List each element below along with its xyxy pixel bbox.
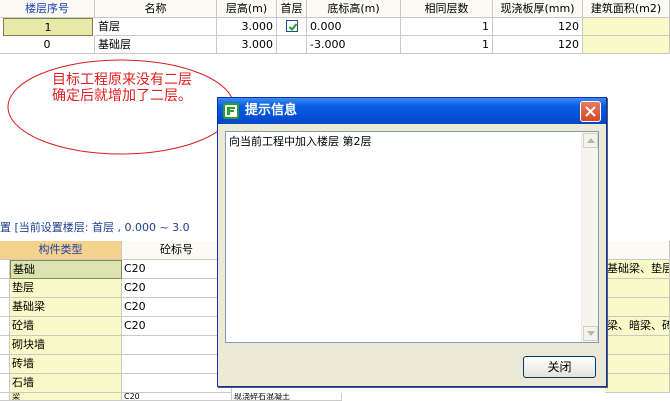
cell-first-floor[interactable] <box>277 18 307 36</box>
cell-component-type[interactable]: 梁 <box>10 393 122 401</box>
cell-component-type[interactable]: 石墙 <box>10 374 122 393</box>
cell-extra[interactable] <box>605 336 670 355</box>
current-floor-status: 置 [当前设置楼层: 首层 , 0.000 ~ 3.0 <box>0 221 190 234</box>
cell-area[interactable] <box>583 36 670 54</box>
col-concrete-grade[interactable]: 砼标号 <box>122 241 232 260</box>
cell-name[interactable]: 首层 <box>95 18 217 36</box>
annotation-text: 目标工程原来没有二层确定后就增加了二层。 <box>52 72 192 104</box>
cell-component-type[interactable]: 基础梁 <box>10 298 122 317</box>
cell-component-type[interactable]: 砼墙 <box>10 317 122 336</box>
cell-extra[interactable] <box>605 298 670 317</box>
cell-slab[interactable]: 120 <box>493 36 583 54</box>
cell-name[interactable]: 基础层 <box>95 36 217 54</box>
col-floor-area[interactable]: 建筑面积(m2) <box>583 0 670 18</box>
cell-concrete-grade[interactable]: C20 <box>122 393 232 401</box>
arrow-down-icon[interactable] <box>583 326 598 341</box>
cell-component-type[interactable]: 垫层 <box>10 279 122 298</box>
col-same-count[interactable]: 相同层数 <box>401 0 493 18</box>
vertical-scrollbar[interactable] <box>581 132 598 342</box>
col-slab-thickness[interactable]: 现浇板厚(mm) <box>493 0 583 18</box>
cell-concrete-grade[interactable] <box>122 374 232 393</box>
col-height[interactable]: 层高(m) <box>217 0 277 18</box>
dialog-title: 提示信息 <box>245 103 298 118</box>
info-dialog: 提示信息 向当前工程中加入楼层 第2层 关闭 <box>217 97 607 387</box>
cell-elevation[interactable]: -3.000 <box>307 36 401 54</box>
cell-elevation[interactable]: 0.000 <box>307 18 401 36</box>
cell-floor-index[interactable]: 1 <box>3 18 93 36</box>
cell-concrete-desc[interactable]: 现浇碎石混凝土 <box>232 393 342 401</box>
cell-slab[interactable]: 120 <box>493 18 583 36</box>
arrow-up-icon[interactable] <box>583 133 598 148</box>
check-icon[interactable] <box>285 20 298 32</box>
col-first-floor[interactable]: 首层 <box>277 0 307 18</box>
cell-concrete-grade[interactable]: C20 <box>122 298 232 317</box>
floor-table-header: 楼层序号 名称 层高(m) 首层 底标高(m) 相同层数 现浇板厚(mm) 建筑… <box>0 0 670 18</box>
message-textarea[interactable]: 向当前工程中加入楼层 第2层 <box>225 131 599 343</box>
message-text: 向当前工程中加入楼层 第2层 <box>229 135 372 148</box>
cell-component-type[interactable]: 砌块墙 <box>10 336 122 355</box>
table-row[interactable]: 0 基础层 3.000 -3.000 1 120 <box>0 36 670 54</box>
cell-first-floor[interactable] <box>277 36 307 54</box>
cell-concrete-grade[interactable]: C20 <box>122 260 232 279</box>
cell-extra[interactable]: 基础梁、垫层 <box>605 260 670 279</box>
col-base-elevation[interactable]: 底标高(m) <box>307 0 401 18</box>
cell-floor-index[interactable]: 0 <box>0 36 95 54</box>
close-button[interactable]: 关闭 <box>523 356 596 378</box>
cell-same-count[interactable]: 1 <box>401 18 493 36</box>
table-row[interactable]: 梁 C20 现浇碎石混凝土 <box>0 393 670 401</box>
cell-same-count[interactable]: 1 <box>401 36 493 54</box>
cell-concrete-grade[interactable]: C20 <box>122 317 232 336</box>
close-icon[interactable] <box>580 101 601 122</box>
cell-component-type[interactable]: 基础 <box>10 260 122 279</box>
cell-component-type[interactable]: 砖墙 <box>10 355 122 374</box>
app-icon <box>223 103 239 119</box>
cell-concrete-grade[interactable] <box>122 336 232 355</box>
cell-area[interactable] <box>583 18 670 36</box>
cell-concrete-grade[interactable]: C20 <box>122 279 232 298</box>
col-name[interactable]: 名称 <box>95 0 217 18</box>
dialog-titlebar[interactable]: 提示信息 <box>218 98 606 124</box>
cell-extra[interactable] <box>605 279 670 298</box>
cell-height[interactable]: 3.000 <box>217 36 277 54</box>
col-floor-index[interactable]: 楼层序号 <box>0 0 95 18</box>
cell-height[interactable]: 3.000 <box>217 18 277 36</box>
cell-extra[interactable] <box>605 355 670 374</box>
col-component-type[interactable]: 构件类型 <box>0 241 122 260</box>
cell-extra[interactable]: 梁、暗梁、砖 <box>605 317 670 336</box>
cell-concrete-grade[interactable] <box>122 355 232 374</box>
table-row[interactable]: 1 首层 3.000 0.000 1 120 <box>0 18 670 36</box>
cell-extra[interactable] <box>605 374 670 393</box>
